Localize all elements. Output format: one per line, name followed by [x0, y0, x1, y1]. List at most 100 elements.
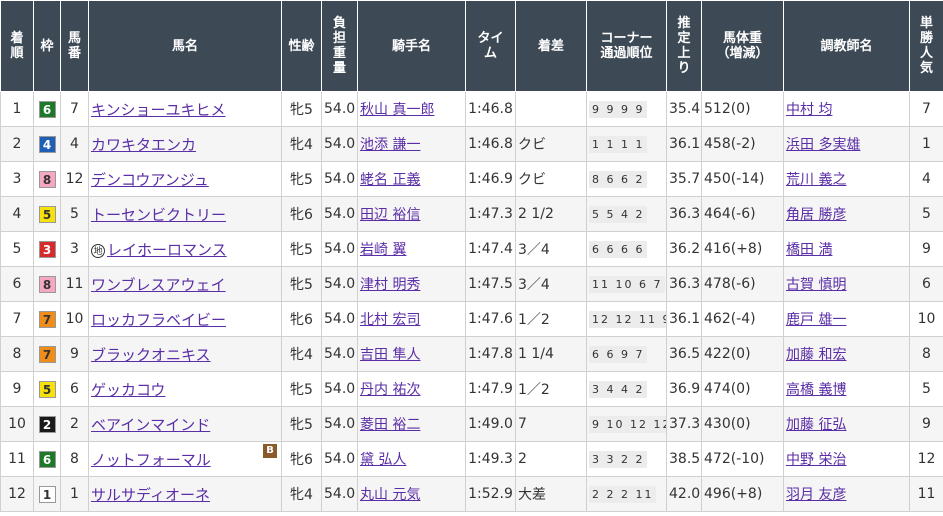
waku-cell: 2	[33, 406, 61, 442]
waku-badge: 8	[38, 170, 56, 188]
jockey-link[interactable]: 北村 宏司	[360, 312, 420, 328]
body-weight-cell: 474(0)	[701, 371, 784, 407]
table-row: 9 5 6 ゲッカコウ 牝5 54.0 丹内 祐次 1:47.9 1／2 3 4…	[0, 371, 943, 407]
jockey-link[interactable]: 黛 弘人	[360, 452, 406, 468]
horse-name-link[interactable]: レイホーロマンス	[107, 241, 227, 259]
trainer-link[interactable]: 羽月 友彦	[786, 487, 846, 503]
local-horse-icon: 地	[91, 243, 105, 258]
horse-cell: ノットフォーマル B	[88, 441, 282, 477]
body-weight-cell: 422(0)	[701, 336, 784, 372]
waku-badge: 8	[38, 275, 56, 293]
umaban-cell: 7	[60, 91, 89, 127]
trainer-link[interactable]: 高橋 義博	[786, 382, 846, 398]
umaban-cell: 6	[60, 371, 89, 407]
last3f-cell: 35.4	[666, 91, 702, 127]
sex-age-cell: 牝5	[281, 371, 322, 407]
corner-positions: 8 6 6 2	[589, 170, 648, 188]
jockey-link[interactable]: 蛯名 正義	[360, 172, 420, 188]
jockey-link[interactable]: 田辺 裕信	[360, 207, 420, 223]
umaban-cell: 3	[60, 231, 89, 267]
corner-cell: 6 6 6 6	[586, 231, 667, 267]
margin-cell: 1／2	[515, 371, 587, 407]
trainer-link[interactable]: 加藤 和宏	[786, 347, 846, 363]
trainer-link[interactable]: 中野 栄治	[786, 452, 846, 468]
weight-cell: 54.0	[321, 196, 358, 232]
jockey-link[interactable]: 丸山 元気	[360, 487, 420, 503]
rank-cell: 5	[0, 231, 34, 267]
jockey-link[interactable]: 菱田 裕二	[360, 417, 420, 433]
popularity-cell: 11	[909, 476, 943, 512]
jockey-link[interactable]: 岩崎 翼	[360, 242, 406, 258]
jockey-cell: 池添 謙一	[357, 126, 466, 162]
horse-name-link[interactable]: サルサディオーネ	[91, 486, 210, 504]
sex-age-cell: 牝5	[281, 161, 322, 197]
rank-cell: 7	[0, 301, 34, 337]
umaban-cell: 5	[60, 196, 89, 232]
waku-badge: 1	[38, 485, 56, 503]
jockey-link[interactable]: 津村 明秀	[360, 277, 420, 293]
horse-name-link[interactable]: ベアインマインド	[91, 416, 210, 434]
popularity-cell: 7	[909, 91, 943, 127]
jockey-link[interactable]: 秋山 真一郎	[360, 102, 434, 118]
table-row: 6 8 11 ワンブレスアウェイ 牝5 54.0 津村 明秀 1:47.5 3／…	[0, 266, 943, 302]
corner-positions: 3 3 2 2	[589, 450, 648, 468]
rank-cell: 1	[0, 91, 34, 127]
trainer-link[interactable]: 角居 勝彦	[786, 207, 846, 223]
trainer-link[interactable]: 橋田 満	[786, 242, 832, 258]
time-cell: 1:49.3	[465, 441, 516, 477]
umaban-cell: 9	[60, 336, 89, 372]
trainer-link[interactable]: 鹿戸 雄一	[786, 312, 846, 328]
header-corner: コーナー 通過順位	[586, 0, 667, 92]
table-row: 10 2 2 ベアインマインド 牝5 54.0 菱田 裕二 1:49.0 7 9…	[0, 406, 943, 442]
sex-age-cell: 牝5	[281, 231, 322, 267]
trainer-cell: 浜田 多実雄	[783, 126, 910, 162]
waku-badge: 7	[38, 310, 56, 328]
corner-cell: 3 4 4 2	[586, 371, 667, 407]
jockey-cell: 北村 宏司	[357, 301, 466, 337]
horse-cell: ブラックオニキス	[88, 336, 282, 372]
jockey-cell: 津村 明秀	[357, 266, 466, 302]
weight-cell: 54.0	[321, 231, 358, 267]
popularity-cell: 10	[909, 301, 943, 337]
margin-cell: クビ	[515, 161, 587, 197]
popularity-cell: 12	[909, 441, 943, 477]
horse-name-link[interactable]: ブラックオニキス	[91, 346, 211, 364]
umaban-cell: 10	[60, 301, 89, 337]
waku-badge: 3	[38, 240, 56, 258]
horse-name-link[interactable]: キンショーユキヒメ	[91, 101, 226, 119]
jockey-link[interactable]: 池添 謙一	[360, 137, 420, 153]
corner-positions: 3 4 4 2	[589, 380, 648, 398]
waku-cell: 5	[33, 371, 61, 407]
popularity-cell: 9	[909, 406, 943, 442]
horse-name-link[interactable]: カワキタエンカ	[91, 136, 196, 154]
trainer-link[interactable]: 荒川 義之	[786, 172, 846, 188]
horse-name-link[interactable]: デンコウアンジュ	[91, 171, 209, 189]
body-weight-cell: 416(+8)	[701, 231, 784, 267]
horse-name-link[interactable]: ゲッカコウ	[91, 381, 165, 399]
corner-cell: 6 6 9 7	[586, 336, 667, 372]
trainer-link[interactable]: 加藤 征弘	[786, 417, 846, 433]
trainer-link[interactable]: 浜田 多実雄	[786, 137, 860, 153]
horse-name-link[interactable]: トーセンビクトリー	[91, 206, 226, 224]
table-row: 5 3 3 地レイホーロマンス 牝5 54.0 岩崎 翼 1:47.4 3／4 …	[0, 231, 943, 267]
body-weight-cell: 464(-6)	[701, 196, 784, 232]
corner-cell: 12 12 11 9	[586, 301, 667, 337]
popularity-cell: 5	[909, 196, 943, 232]
jockey-link[interactable]: 丹内 祐次	[360, 382, 420, 398]
trainer-cell: 古賀 慎明	[783, 266, 910, 302]
umaban-cell: 11	[60, 266, 89, 302]
last3f-cell: 36.9	[666, 371, 702, 407]
rank-cell: 11	[0, 441, 34, 477]
rank-cell: 6	[0, 266, 34, 302]
trainer-link[interactable]: 古賀 慎明	[786, 277, 846, 293]
horse-name-link[interactable]: ワンブレスアウェイ	[91, 276, 226, 294]
horse-name-link[interactable]: ロッカフラベイビー	[91, 311, 226, 329]
jockey-cell: 秋山 真一郎	[357, 91, 466, 127]
body-weight-cell: 462(-4)	[701, 301, 784, 337]
horse-name-link[interactable]: ノットフォーマル	[91, 451, 211, 469]
margin-cell	[515, 91, 587, 127]
jockey-link[interactable]: 吉田 隼人	[360, 347, 420, 363]
corner-positions: 11 10 6 7	[589, 275, 666, 293]
trainer-link[interactable]: 中村 均	[786, 102, 832, 118]
corner-positions: 5 5 4 2	[589, 205, 648, 223]
